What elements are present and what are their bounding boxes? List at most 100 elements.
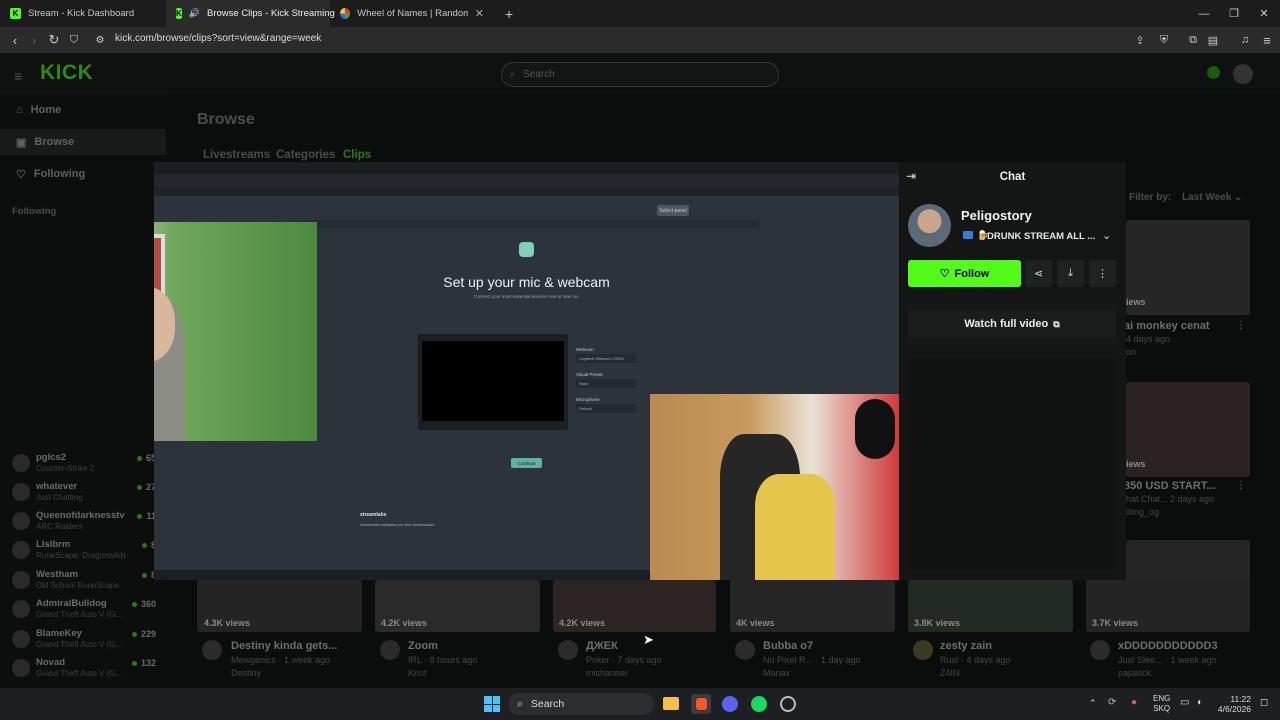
kick-logo[interactable]: KICK [40, 61, 93, 85]
embedded-address-bar [154, 174, 899, 186]
discord-icon[interactable] [722, 696, 738, 712]
sidebar-item-browse[interactable]: ▣ Browse [0, 129, 166, 155]
avatar[interactable] [1090, 640, 1110, 660]
brave-browser-icon[interactable] [691, 694, 711, 714]
download-button[interactable]: ⤓ [1057, 260, 1084, 287]
filter-label: Filter by: [1129, 192, 1172, 203]
avatar[interactable] [1233, 64, 1253, 84]
clip-title[interactable]: xDDDDDDDDDDD3 [1118, 640, 1218, 652]
obs-icon[interactable] [780, 696, 796, 712]
browser-tab-bar: K Stream - Kick Dashboard K 🔊 Browse Cli… [0, 0, 1280, 27]
site-info-icon[interactable]: ⚙ [90, 27, 110, 53]
avatar[interactable] [558, 640, 578, 660]
shield-icon[interactable]: ⛨ [1154, 27, 1174, 53]
sidebar-item-home[interactable]: ⌂ Home [0, 97, 166, 123]
clip-meta: Mewgenics · 1 week ago [231, 655, 331, 665]
extensions-icon[interactable]: ⧉ [1183, 27, 1203, 53]
followed-channel[interactable]: BlameKey Grand Theft Auto V (G... 229 [10, 627, 160, 655]
clock[interactable]: 11:22 4/6/2026 [1211, 694, 1251, 714]
tab-stream-dashboard[interactable]: K Stream - Kick Dashboard [0, 0, 166, 27]
music-icon[interactable]: ♫ [1235, 27, 1255, 53]
more-options-button[interactable]: ⋮ [1089, 260, 1116, 287]
network-icon[interactable]: ▭ [1180, 697, 1189, 708]
back-icon[interactable]: ‹ [5, 27, 25, 53]
show-hidden-icons-icon[interactable]: ⌃ [1089, 698, 1097, 709]
sync-icon[interactable]: ⟳ [1108, 697, 1116, 708]
clip-title[interactable]: ai monkey cenat [1124, 320, 1210, 332]
close-tab-icon[interactable]: ✕ [475, 7, 484, 20]
tab-clips[interactable]: Clips [343, 149, 371, 161]
webcam-label: Webcam [576, 347, 594, 352]
close-window-icon[interactable]: ✕ [1249, 0, 1279, 27]
follow-button[interactable]: ♡ Follow [908, 260, 1021, 287]
url-field[interactable]: kick.com/browse/clips?sort=view&range=we… [115, 33, 321, 44]
followed-channel[interactable]: AdmiralBulldog Grand Theft Auto V (G... 36… [10, 597, 160, 625]
avatar[interactable] [913, 640, 933, 660]
avatar[interactable] [202, 640, 222, 660]
avatar[interactable] [380, 640, 400, 660]
windows-start-icon[interactable] [484, 696, 500, 712]
clip-title[interactable]: Zoom [408, 640, 438, 652]
clip-user: Z4IN [940, 668, 960, 678]
file-explorer-icon[interactable] [663, 697, 679, 710]
followed-channel[interactable]: Queenofdarknesstv ARC Raiders 11 [10, 509, 160, 537]
share-icon: ⋖ [1033, 268, 1044, 280]
hamburger-icon[interactable]: ≡ [14, 68, 22, 84]
streamlabs-brand: streamlabs [360, 512, 387, 518]
watch-full-video-button[interactable]: Watch full video ⧉ [908, 310, 1116, 338]
setup-subheading: Connect your most essential devices now … [473, 294, 580, 299]
minimize-icon[interactable]: — [1189, 0, 1219, 27]
filter-dropdown[interactable]: Last Week ⌄ [1182, 192, 1242, 203]
followed-channel[interactable]: pglcs2 Counter-Strike 2 65 [10, 451, 160, 479]
sidebar-icon[interactable]: ▤ [1203, 27, 1223, 53]
streamlabs-logo-icon [519, 242, 534, 257]
reload-icon[interactable]: ↻ [44, 27, 64, 53]
chat-header: Chat [999, 171, 1026, 183]
clip-title[interactable]: ДЖЕК [586, 640, 618, 652]
tab-categories[interactable]: Categories [276, 149, 335, 161]
page-title: Browse [197, 111, 255, 128]
search-input[interactable]: ⌕ Search [501, 62, 779, 87]
avatar [12, 512, 30, 530]
forward-icon[interactable]: › [24, 27, 44, 53]
tab-browse-clips[interactable]: K 🔊 Browse Clips - Kick Streaming ✕ [166, 0, 351, 27]
new-tab-button[interactable]: + [495, 0, 515, 27]
chevron-down-icon[interactable]: ⌄ [1102, 229, 1111, 242]
visual-preset-label: Visual Preset [576, 372, 603, 377]
clip-title[interactable]: Destiny kinda gets... [231, 640, 337, 652]
more-icon[interactable]: ⋮ [1236, 480, 1246, 491]
mic-muted-icon[interactable]: ● [1131, 697, 1137, 708]
clip-title[interactable]: zesty zain [940, 640, 992, 652]
spotify-icon[interactable] [751, 696, 767, 712]
share-icon[interactable]: ⇪ [1130, 27, 1150, 53]
taskbar-search[interactable]: ⌕ Search [508, 693, 654, 715]
tab-livestreams[interactable]: Livestreams [203, 149, 270, 161]
webcam-select: Logitech Webcam C930e [576, 354, 636, 363]
followed-channel[interactable]: whatever Just Chatting 27 [10, 480, 160, 508]
menu-icon[interactable]: ≡ [1257, 27, 1277, 53]
share-button[interactable]: ⋖ [1025, 260, 1052, 287]
following-header: Following [12, 206, 57, 217]
channel-name[interactable]: Peligostory [961, 208, 1032, 223]
bookmark-icon[interactable]: ⛉ [64, 27, 84, 53]
clip-meta: No Pixel R... · 1 day ago [763, 655, 861, 665]
more-icon[interactable]: ⋮ [1236, 320, 1246, 331]
channel-avatar[interactable] [908, 204, 951, 247]
clip-title[interactable]: 850 USD START... [1124, 480, 1216, 492]
followed-channel[interactable]: WesthamOld School RuneScape8 [10, 568, 160, 596]
microphone-label: Microphone [576, 397, 600, 402]
followed-channel[interactable]: Novad Grand Theft Auto V (G... 132 [10, 656, 160, 684]
clip-title[interactable]: Bubba o7 [763, 640, 813, 652]
sidebar-item-following[interactable]: ♡ Following [0, 161, 166, 187]
avatar[interactable] [735, 640, 755, 660]
volume-icon[interactable]: ◖ [1196, 697, 1202, 708]
restore-icon[interactable]: ❐ [1219, 0, 1249, 27]
followed-channel[interactable]: LlslbrmRuneScape: Dragonwilds8 [10, 538, 160, 566]
language-indicator[interactable]: ENG SKQ [1153, 694, 1170, 714]
clip-user: on [1126, 347, 1137, 357]
clip-video-player[interactable]: Select panel Set up your mic & webcam Co… [154, 162, 899, 580]
clip-views: 4K views [736, 618, 775, 628]
notifications-icon[interactable]: ◻ [1260, 697, 1268, 708]
tab-wheel-of-names[interactable]: Wheel of Names | Random name pic ✕ [330, 0, 494, 27]
status-icon[interactable] [1207, 66, 1220, 79]
